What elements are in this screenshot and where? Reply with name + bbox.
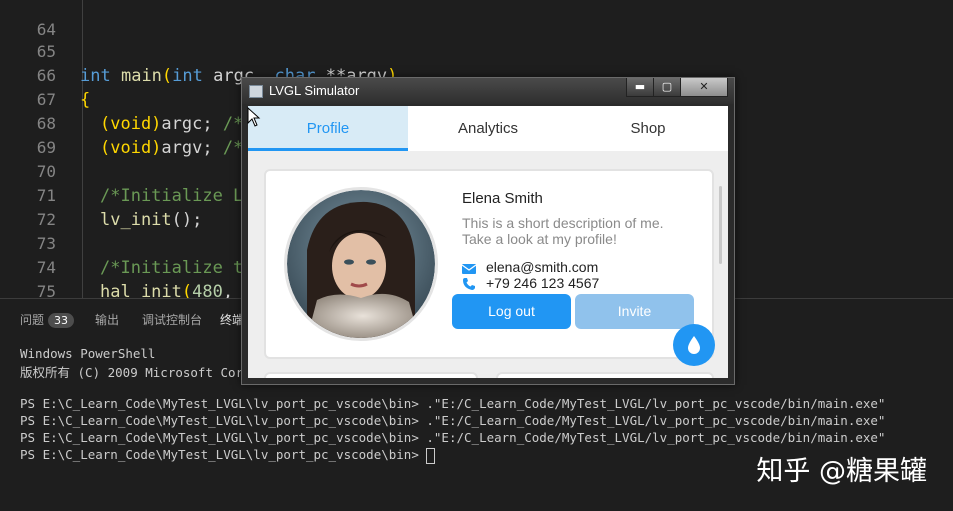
- comment: /*Initialize t: [100, 258, 244, 278]
- code-line[interactable]: 73 /*Initialize t: [0, 208, 244, 278]
- scrollbar[interactable]: [719, 186, 722, 264]
- indent-guide: [82, 0, 83, 298]
- profile-name: Elena Smith: [462, 190, 543, 207]
- bracket: (: [161, 66, 173, 86]
- partial-card: [264, 372, 478, 378]
- code-line[interactable]: 68 (void)argv; /*: [0, 88, 244, 158]
- brace: {: [80, 90, 91, 110]
- terminal-line: PS E:\C_Learn_Code\MyTest_LVGL\lv_port_p…: [20, 396, 886, 411]
- terminal-prompt-text: PS E:\C_Learn_Code\MyTest_LVGL\lv_port_p…: [20, 447, 427, 462]
- code-line[interactable]: 69: [0, 112, 56, 157]
- lvgl-simulator-window[interactable]: LVGL Simulator ▬ ▢ ✕ Profile Analytics S…: [241, 77, 735, 385]
- code-line[interactable]: 66 {: [0, 40, 91, 110]
- function-name: lv_init: [100, 210, 172, 230]
- punctuation: ();: [171, 210, 203, 230]
- panel-tab-label: 调试控制台: [142, 313, 203, 327]
- window-titlebar[interactable]: LVGL Simulator ▬ ▢ ✕: [242, 78, 734, 104]
- logout-button[interactable]: Log out: [452, 294, 571, 329]
- profile-description: This is a short description of me. Take …: [462, 215, 664, 247]
- tab-analytics[interactable]: Analytics: [408, 106, 568, 151]
- code-line[interactable]: 67 (void)argc; /*Unused*/: [0, 64, 325, 134]
- comment: /*Initialize L: [100, 186, 244, 206]
- cast: (void): [100, 138, 162, 158]
- panel-tab-output[interactable]: 输出: [95, 311, 119, 328]
- profile-card: Elena Smith This is a short description …: [264, 169, 714, 359]
- partial-card: [496, 372, 714, 378]
- code-line[interactable]: 76 lv_demo_widget: [0, 280, 41, 298]
- water-drop-icon: [688, 336, 700, 354]
- avatar-image: [287, 190, 435, 338]
- terminal-prompt[interactable]: PS E:\C_Learn_Code\MyTest_LVGL\lv_port_p…: [20, 447, 436, 464]
- minimize-button[interactable]: ▬: [626, 78, 654, 97]
- function-name: hal_init: [100, 282, 182, 298]
- code-line[interactable]: 65 int main(int argc, char **argv): [0, 16, 398, 86]
- panel-tab-debug-console[interactable]: 调试控制台: [142, 311, 202, 328]
- watermark: 知乎 @糖果罐: [756, 456, 927, 487]
- envelope-icon: [462, 264, 476, 274]
- avatar: [284, 187, 438, 341]
- profile-email: elena@smith.com: [486, 259, 599, 275]
- panel-tab-label: 输出: [95, 313, 120, 327]
- keyword: int: [172, 66, 203, 86]
- number-literal: 480: [192, 282, 223, 298]
- terminal-line: PS E:\C_Learn_Code\MyTest_LVGL\lv_port_p…: [20, 430, 886, 445]
- terminal-cursor: [426, 447, 436, 464]
- app-icon: [249, 85, 263, 98]
- terminal-line: PS E:\C_Learn_Code\MyTest_LVGL\lv_port_p…: [20, 413, 886, 428]
- punctuation: ,: [222, 282, 234, 298]
- code-line[interactable]: 75: [0, 256, 56, 298]
- floating-action-button[interactable]: [673, 324, 715, 366]
- keyword: int: [80, 66, 111, 86]
- code-line[interactable]: 72: [0, 184, 56, 229]
- phone-icon: [463, 278, 475, 290]
- variable: argv;: [161, 138, 223, 158]
- tab-profile[interactable]: Profile: [248, 106, 408, 151]
- close-button[interactable]: ✕: [680, 78, 728, 97]
- mouse-pointer-icon: [247, 107, 261, 127]
- lvgl-screen: Profile Analytics Shop Elena Smith This …: [248, 106, 728, 378]
- terminal-line: 版权所有 (C) 2009 Microsoft Cor: [20, 365, 244, 380]
- bracket: (: [181, 282, 193, 298]
- code-line[interactable]: 70 /*Initialize L: [0, 136, 244, 206]
- tab-bar: Profile Analytics Shop: [248, 106, 728, 151]
- window-title: LVGL Simulator: [269, 83, 360, 98]
- tab-shop[interactable]: Shop: [568, 106, 728, 151]
- terminal-line: Windows PowerShell: [20, 346, 156, 361]
- profile-phone: +79 246 123 4567: [486, 275, 600, 291]
- maximize-button[interactable]: ▢: [653, 78, 681, 97]
- code-line[interactable]: 71 lv_init();: [0, 160, 203, 230]
- panel-tab-label: 问题: [20, 313, 45, 327]
- problem-count-badge: 33: [48, 313, 75, 328]
- code-line[interactable]: 74 hal_init(480,: [0, 232, 233, 298]
- panel-tab-problems[interactable]: 问题 33: [20, 311, 75, 328]
- function-name: main: [120, 66, 162, 86]
- cast: (void): [100, 114, 162, 134]
- variable: argc;: [161, 114, 223, 134]
